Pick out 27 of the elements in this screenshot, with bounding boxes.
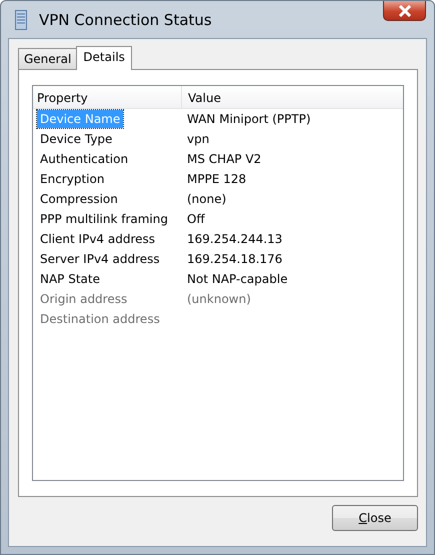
property-cell[interactable]: NAP State (37, 270, 103, 288)
column-header[interactable]: Value (182, 86, 227, 108)
value-cell-text: vpn (186, 132, 210, 146)
close-button[interactable]: Close (332, 504, 418, 530)
property-cell[interactable]: Compression (37, 190, 121, 208)
property-cell[interactable]: Client IPv4 address (37, 230, 158, 248)
server-icon (15, 10, 27, 30)
value-cell-text: 169.254.18.176 (186, 252, 282, 266)
window-title: VPN Connection Status (39, 10, 213, 28)
value-cell-text: MS CHAP V2 (186, 152, 262, 166)
value-cell-text: Off (186, 212, 205, 226)
close-icon (398, 4, 412, 16)
property-cell[interactable]: PPP multilink framing (37, 210, 171, 228)
property-cell[interactable]: Device Type (37, 130, 116, 148)
value-cell-text: (unknown) (186, 292, 251, 306)
value-cell-text: Not NAP-capable (186, 272, 288, 286)
property-cell[interactable]: Encryption (37, 170, 108, 188)
column-header[interactable]: Property (33, 86, 182, 108)
tab[interactable]: Details (76, 46, 132, 70)
value-cell-text: MPPE 128 (186, 172, 246, 186)
value-cell-text: WAN Miniport (PPTP) (186, 112, 311, 126)
close-button[interactable] (383, 1, 426, 21)
tab[interactable]: General (18, 48, 78, 69)
value-cell-text: 169.254.244.13 (186, 232, 282, 246)
property-cell[interactable]: Server IPv4 address (37, 250, 163, 268)
value-cell-text: (none) (186, 192, 226, 206)
property-cell[interactable]: Authentication (37, 150, 132, 168)
